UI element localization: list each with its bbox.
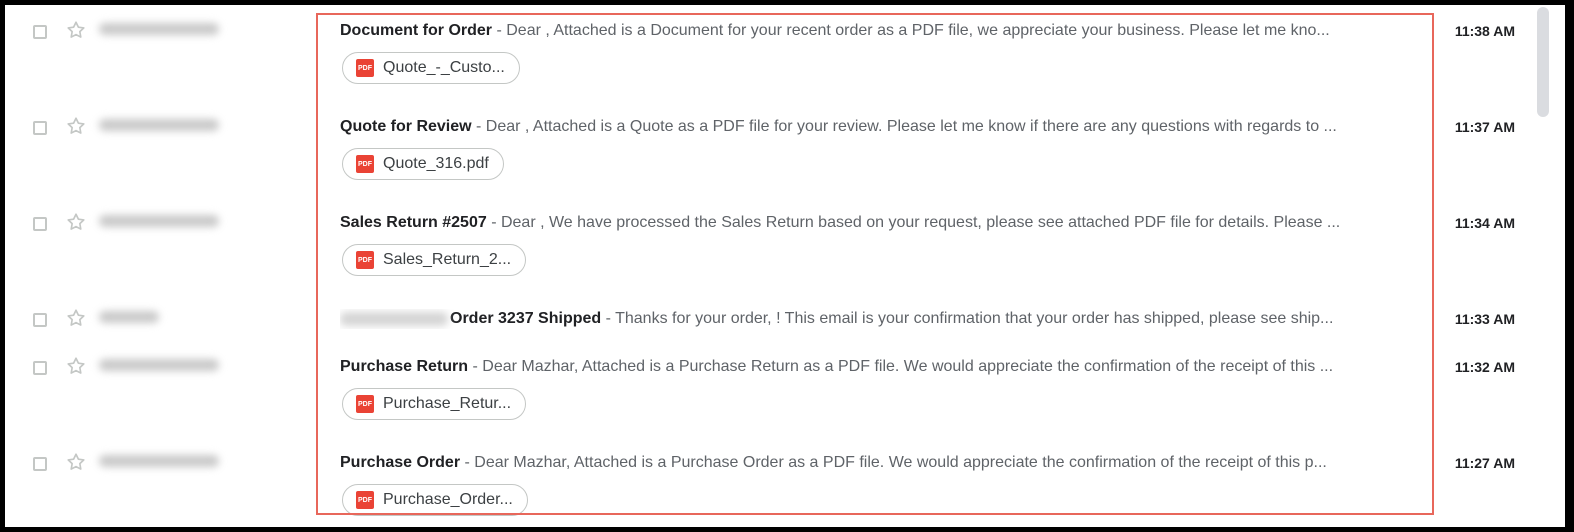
- email-summary[interactable]: Sales Return #2507 - Dear , We have proc…: [340, 213, 1400, 233]
- separator: -: [468, 358, 483, 375]
- redacted-prefix: [340, 311, 448, 326]
- email-subject: Order 3237 Shipped: [450, 310, 602, 327]
- pdf-icon: PDF: [356, 251, 374, 269]
- star-icon[interactable]: [65, 115, 87, 137]
- email-list: Document for Order - Dear , Attached is …: [5, 5, 1533, 527]
- email-time: 11:34 AM: [1454, 215, 1515, 231]
- scrollbar[interactable]: [1533, 5, 1565, 527]
- email-snippet: Dear , Attached is a Quote as a PDF file…: [485, 118, 1337, 135]
- pdf-icon: PDF: [356, 59, 374, 77]
- select-checkbox[interactable]: [33, 361, 47, 375]
- email-row[interactable]: Sales Return #2507 - Dear , We have proc…: [5, 197, 1533, 294]
- pdf-icon: PDF: [356, 395, 374, 413]
- separator: -: [486, 214, 501, 231]
- separator: -: [471, 118, 486, 135]
- attachment-name: Purchase_Order...: [383, 491, 513, 508]
- star-icon[interactable]: [65, 307, 87, 329]
- email-row[interactable]: Purchase Return - Dear Mazhar, Attached …: [5, 341, 1533, 438]
- sender-name-redacted: [99, 23, 219, 35]
- star-icon[interactable]: [65, 211, 87, 233]
- separator: -: [460, 454, 475, 471]
- email-summary[interactable]: Document for Order - Dear , Attached is …: [340, 21, 1400, 41]
- select-checkbox[interactable]: [33, 217, 47, 231]
- attachment-name: Purchase_Retur...: [383, 395, 512, 412]
- email-snippet: Dear Mazhar, Attached is a Purchase Retu…: [482, 358, 1334, 375]
- attachment-name: Quote_316.pdf: [383, 155, 489, 172]
- email-subject: Purchase Return: [340, 358, 469, 375]
- email-row[interactable]: Document for Order - Dear , Attached is …: [5, 5, 1533, 102]
- inbox-frame: Document for Order - Dear , Attached is …: [5, 5, 1565, 527]
- email-subject: Purchase Order: [340, 454, 461, 471]
- email-snippet: Dear , Attached is a Document for your r…: [506, 22, 1330, 39]
- select-checkbox[interactable]: [33, 313, 47, 327]
- sender-name-redacted: [99, 455, 219, 467]
- email-row[interactable]: Purchase Order - Dear Mazhar, Attached i…: [5, 437, 1533, 527]
- email-subject: Sales Return #2507: [340, 214, 487, 231]
- email-subject: Quote for Review: [340, 118, 472, 135]
- attachment-name: Sales_Return_2...: [383, 251, 512, 268]
- attachment-chip[interactable]: PDF Purchase_Retur...: [342, 388, 527, 420]
- attachment-chip[interactable]: PDF Sales_Return_2...: [342, 244, 527, 276]
- email-summary[interactable]: Purchase Order - Dear Mazhar, Attached i…: [340, 453, 1400, 473]
- email-summary[interactable]: Quote for Review - Dear , Attached is a …: [340, 117, 1400, 137]
- attachment-chip[interactable]: PDF Quote_-_Custo...: [342, 52, 520, 84]
- pdf-icon: PDF: [356, 491, 374, 509]
- attachment-name: Quote_-_Custo...: [383, 59, 505, 76]
- separator: -: [492, 22, 507, 39]
- email-row[interactable]: Order 3237 Shipped - Thanks for your ord…: [5, 293, 1533, 342]
- select-checkbox[interactable]: [33, 457, 47, 471]
- email-summary[interactable]: Order 3237 Shipped - Thanks for your ord…: [340, 309, 1400, 329]
- separator: -: [601, 310, 616, 327]
- email-row[interactable]: Quote for Review - Dear , Attached is a …: [5, 101, 1533, 198]
- star-icon[interactable]: [65, 19, 87, 41]
- email-snippet: Dear , We have processed the Sales Retur…: [500, 214, 1341, 231]
- email-time: 11:33 AM: [1454, 311, 1515, 327]
- sender-name-redacted: [99, 215, 219, 227]
- star-icon[interactable]: [65, 355, 87, 377]
- email-time: 11:37 AM: [1454, 119, 1515, 135]
- email-time: 11:27 AM: [1454, 455, 1515, 471]
- email-time: 11:32 AM: [1454, 359, 1515, 375]
- sender-name-redacted: [99, 311, 159, 323]
- select-checkbox[interactable]: [33, 121, 47, 135]
- select-checkbox[interactable]: [33, 25, 47, 39]
- star-icon[interactable]: [65, 451, 87, 473]
- attachment-chip[interactable]: PDF Purchase_Order...: [342, 484, 528, 516]
- scrollbar-thumb[interactable]: [1537, 7, 1549, 117]
- email-snippet: Dear Mazhar, Attached is a Purchase Orde…: [474, 454, 1327, 471]
- pdf-icon: PDF: [356, 155, 374, 173]
- email-time: 11:38 AM: [1454, 23, 1515, 39]
- email-subject: Document for Order: [340, 22, 493, 39]
- email-summary[interactable]: Purchase Return - Dear Mazhar, Attached …: [340, 357, 1400, 377]
- sender-name-redacted: [99, 119, 219, 131]
- email-snippet: Thanks for your order, ! This email is y…: [615, 310, 1334, 327]
- attachment-chip[interactable]: PDF Quote_316.pdf: [342, 148, 504, 180]
- sender-name-redacted: [99, 359, 219, 371]
